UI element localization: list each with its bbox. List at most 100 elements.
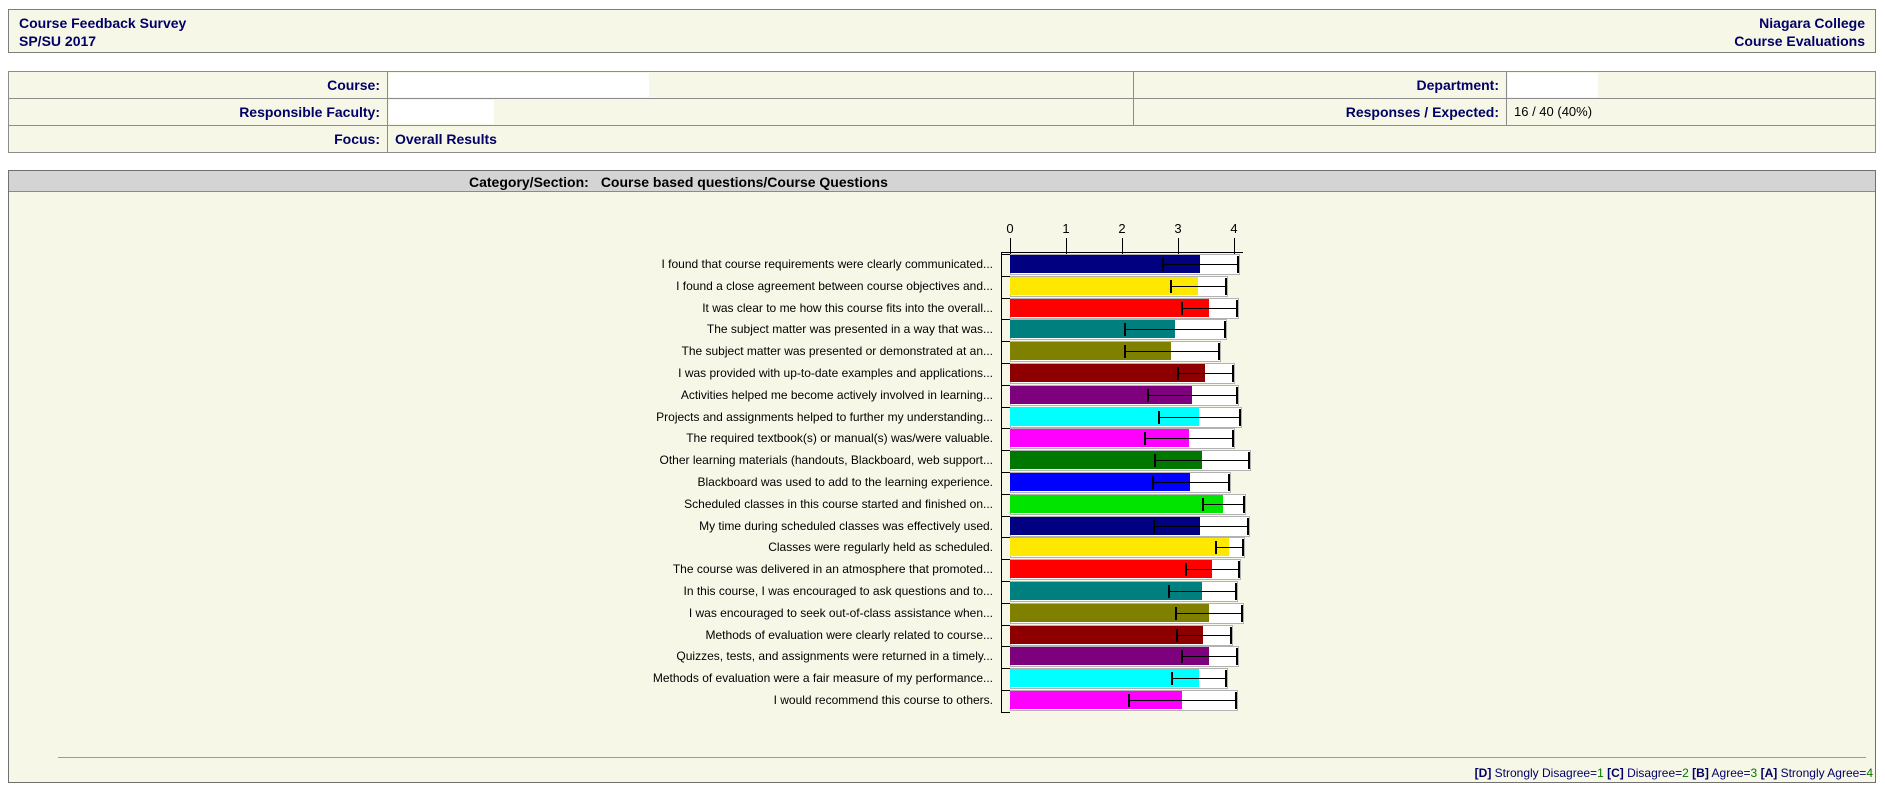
- legend-value: 1: [1597, 766, 1604, 780]
- error-bar-cap-right: [1224, 321, 1227, 339]
- question-label: The required textbook(s) or manual(s) wa…: [686, 431, 993, 446]
- question-label: It was clear to me how this course fits …: [702, 300, 993, 315]
- y-axis-tick: [1001, 646, 1010, 648]
- error-bar-line: [1143, 438, 1234, 440]
- bar: [1010, 298, 1210, 317]
- legend-tag: [B]: [1692, 766, 1709, 780]
- error-bar-cap-left: [1185, 563, 1188, 577]
- error-bar-cap-left: [1170, 279, 1173, 293]
- y-axis-tick: [1001, 384, 1010, 386]
- bar: [1010, 647, 1209, 666]
- y-axis-tick: [1001, 515, 1010, 517]
- error-bar-cap-right: [1227, 474, 1230, 491]
- bar: [1010, 538, 1229, 557]
- y-axis-tick: [1001, 297, 1010, 299]
- bar: [1010, 560, 1213, 579]
- error-bar-cap-right: [1241, 604, 1244, 622]
- legend-text: Agree=: [1708, 766, 1751, 780]
- error-bar-line: [1123, 351, 1219, 353]
- legend-value: 4: [1866, 766, 1873, 780]
- y-axis-tick: [1001, 668, 1010, 670]
- error-bar-line: [1124, 329, 1226, 331]
- error-bar-cap-left: [1181, 301, 1184, 315]
- error-bar-cap-right: [1239, 408, 1242, 426]
- y-axis-tick: [1001, 472, 1010, 473]
- error-bar-cap-right: [1238, 561, 1241, 579]
- error-bar-cap-right: [1247, 517, 1249, 535]
- question-label: Blackboard was used to add to the learni…: [697, 475, 993, 489]
- x-axis-tick-label: 4: [1230, 221, 1238, 236]
- y-axis-tick: [1001, 428, 1010, 430]
- error-bar-cap-right: [1232, 430, 1235, 448]
- question-label: I would recommend this course to others.: [773, 693, 993, 707]
- error-bar-cap-right: [1225, 670, 1228, 688]
- error-bar-cap-right: [1236, 299, 1239, 317]
- error-bar-line: [1171, 678, 1227, 680]
- error-bar-cap-right: [1248, 452, 1251, 470]
- question-label: I found a close agreement between course…: [676, 278, 993, 293]
- error-bar-cap-left: [1171, 672, 1174, 686]
- question-label: I found that course requirements were cl…: [661, 257, 994, 271]
- question-label: Methods of evaluation were a fair measur…: [652, 671, 993, 686]
- error-bar-cap-left: [1175, 628, 1178, 642]
- y-axis-tick: [1001, 711, 1010, 713]
- error-bar-line: [1151, 482, 1229, 483]
- y-axis-tick: [1001, 319, 1010, 321]
- x-axis-tick-label: 3: [1174, 221, 1182, 236]
- y-axis-tick: [1001, 624, 1010, 626]
- error-bar-cap-left: [1127, 694, 1130, 707]
- question-label: Classes were regularly held as scheduled…: [768, 540, 993, 555]
- question-label: Scheduled classes in this course started…: [684, 496, 993, 511]
- y-axis-tick: [1001, 559, 1010, 561]
- y-axis-tick: [1001, 450, 1010, 452]
- error-bar-cap-left: [1201, 497, 1204, 511]
- error-bar-line: [1176, 373, 1233, 374]
- y-axis-tick: [1001, 690, 1010, 691]
- error-bar-line: [1153, 460, 1250, 462]
- error-bar-cap-left: [1152, 519, 1155, 533]
- error-bar-line: [1214, 547, 1243, 549]
- question-label: Quizzes, tests, and assignments were ret…: [676, 649, 993, 664]
- question-label: I was encouraged to seek out-of-class as…: [688, 605, 993, 620]
- y-axis-tick: [1001, 537, 1010, 539]
- error-bar-cap-left: [1151, 476, 1154, 489]
- error-bar-line: [1185, 569, 1240, 571]
- legend-text: Disagree=: [1623, 766, 1683, 780]
- error-bar-line: [1158, 416, 1241, 418]
- error-bar-cap-left: [1143, 432, 1146, 446]
- error-bar-line: [1146, 394, 1238, 396]
- error-bar-line: [1175, 612, 1243, 614]
- legend-value: 3: [1750, 766, 1758, 780]
- error-bar-cap-left: [1153, 454, 1156, 468]
- question-label: Other learning materials (handouts, Blac…: [659, 453, 993, 468]
- legend-tag: [D]: [1474, 766, 1492, 780]
- error-bar-cap-right: [1236, 386, 1239, 404]
- error-bar-line: [1152, 525, 1248, 527]
- legend-text: Strongly Agree=: [1777, 766, 1867, 780]
- error-bar-cap-right: [1235, 648, 1238, 666]
- error-bar-cap-left: [1176, 367, 1179, 380]
- error-bar-cap-left: [1123, 345, 1126, 359]
- question-label: My time during scheduled classes was eff…: [699, 518, 993, 533]
- y-axis-tick: [1001, 493, 1010, 495]
- error-bar-cap-right: [1229, 626, 1232, 644]
- y-axis-tick: [1001, 581, 1010, 582]
- error-bar-line: [1175, 634, 1231, 636]
- rating-scale-legend: [D] Strongly Disagree=1 [C] Disagree=2 […: [1475, 766, 1873, 780]
- error-bar-cap-left: [1146, 388, 1149, 402]
- y-axis-tick: [1001, 341, 1010, 343]
- error-bar-cap-left: [1168, 585, 1171, 598]
- bar: [1010, 625, 1204, 644]
- question-label: The course was delivered in an atmospher…: [672, 562, 993, 577]
- y-axis-tick: [1001, 406, 1010, 408]
- footer-divider: [58, 757, 1866, 758]
- error-bar-line: [1127, 700, 1237, 701]
- error-bar-cap-left: [1161, 258, 1164, 271]
- y-axis-tick: [1001, 275, 1010, 277]
- y-axis-tick: [1001, 602, 1010, 604]
- y-axis-line: [1001, 252, 1002, 713]
- x-axis-tick-label: 2: [1118, 221, 1126, 236]
- question-label: Activities helped me become actively inv…: [680, 387, 993, 402]
- error-bar-cap-right: [1243, 495, 1246, 513]
- error-bar-line: [1181, 307, 1238, 309]
